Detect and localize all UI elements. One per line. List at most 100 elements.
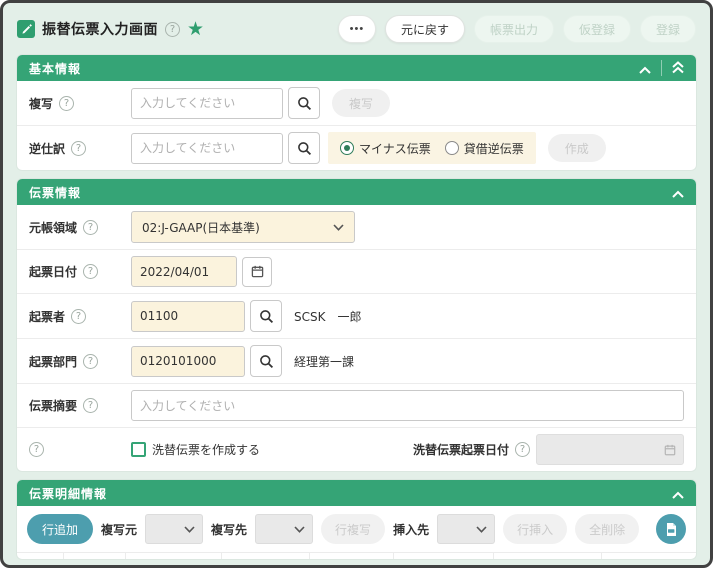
copy-search-button[interactable] [288, 87, 320, 119]
dept-name-text: 経理第一課 [294, 354, 355, 369]
author-search-button[interactable] [250, 300, 282, 332]
ledger-selected-value: 02:J-GAAP(日本基準) [142, 220, 260, 235]
help-icon[interactable]: ? [83, 353, 99, 369]
reverse-label: 逆仕訳 [29, 141, 66, 156]
help-icon[interactable]: ? [71, 140, 87, 156]
col-debit-tax-category: 借方消費税計算区分 [493, 553, 601, 559]
help-icon[interactable]: ? [83, 264, 99, 279]
page-title: 振替伝票入力画面 [42, 22, 158, 38]
author-code-input[interactable] [131, 300, 245, 332]
summary-row: 伝票摘要 ? [17, 384, 696, 428]
chevron-down-icon [294, 525, 305, 533]
more-menu-button[interactable]: ••• [337, 15, 376, 43]
top-bar: 振替伝票入力画面 ? ★ ••• 元に戻す 帳票出力 仮登録 登録 [17, 15, 696, 43]
insert-to-select[interactable] [437, 514, 496, 544]
author-name-text: SCSK 一郎 [294, 309, 362, 324]
author-label: 起票者 [29, 309, 66, 324]
dept-label: 起票部門 [29, 354, 78, 369]
insert-to-label: 挿入先 [393, 522, 430, 537]
ledger-area-row: 元帳領域 ? 02:J-GAAP(日本基準) [17, 205, 696, 250]
edit-slip-icon [17, 20, 35, 38]
radio-selected-icon [340, 141, 354, 155]
copy-label: 複写 [29, 96, 54, 111]
department-row: 起票部門 ? 経理第一課 [17, 339, 696, 384]
slip-info-section: 伝票情報 元帳領域 ? 02:J-GAAP(日本基準) 起票日付 ? 2022/… [17, 179, 696, 471]
basic-info-section: 基本情報 複写 ? 複写 逆仕訳 [17, 55, 696, 170]
detail-info-section: 伝票明細情報 行追加 複写元 複写先 行複写 挿入先 行挿入 全削除 [17, 480, 696, 559]
radio-debit-credit-reverse[interactable]: 貸借逆伝票 [444, 140, 524, 157]
row-copy-button: 行複写 [321, 514, 386, 544]
reverse-search-button[interactable] [288, 132, 320, 164]
copy-to-select[interactable] [255, 514, 314, 544]
col-debit-account: 借方勘定科目名 [125, 553, 221, 559]
radio-minus-slip[interactable]: マイナス伝票 [340, 140, 431, 157]
calendar-icon [664, 444, 676, 455]
radio-unselected-icon [444, 141, 459, 155]
reverse-type-radio-group: マイナス伝票 貸借逆伝票 [328, 132, 536, 164]
dept-code-input[interactable] [131, 345, 245, 377]
radio-minus-label: マイナス伝票 [359, 141, 431, 156]
copy-execute-button: 複写 [332, 89, 391, 117]
ledger-area-select[interactable]: 02:J-GAAP(日本基準) [131, 211, 355, 243]
help-icon[interactable]: ? [515, 442, 530, 457]
col-debit-tax-amount: 借方明細消費税額 [393, 553, 493, 559]
app-window: 振替伝票入力画面 ? ★ ••• 元に戻す 帳票出力 仮登録 登録 基本情報 複… [0, 0, 713, 568]
copy-to-label: 複写先 [211, 522, 248, 537]
slip-date-row: 起票日付 ? [17, 250, 696, 294]
slip-info-title: 伝票情報 [29, 185, 82, 200]
header-actions: ••• 元に戻す 帳票出力 仮登録 登録 [337, 15, 696, 43]
copy-row: 複写 ? 複写 [17, 81, 696, 126]
register-button: 登録 [639, 15, 696, 43]
reverse-slip-input[interactable] [131, 132, 283, 164]
copy-slip-input[interactable] [131, 87, 283, 119]
copy-from-label: 複写元 [101, 522, 138, 537]
favorite-star-icon[interactable]: ★ [187, 19, 204, 39]
detail-toolbar: 行追加 複写元 複写先 行複写 挿入先 行挿入 全削除 [17, 506, 696, 553]
author-row: 起票者 ? SCSK 一郎 [17, 294, 696, 339]
chevron-down-icon [184, 525, 195, 533]
slip-date-input[interactable] [131, 256, 237, 287]
chevron-down-icon [333, 223, 344, 231]
ledger-label: 元帳領域 [29, 220, 78, 235]
washover-row: ? 洗替伝票を作成する 洗替伝票起票日付 ? [17, 428, 696, 471]
calendar-button[interactable] [242, 256, 272, 287]
dept-search-button[interactable] [250, 345, 282, 377]
basic-info-header: 基本情報 [17, 55, 696, 81]
collapse-section-icon[interactable] [639, 59, 651, 78]
csv-export-button[interactable] [656, 514, 686, 544]
undo-button[interactable]: 元に戻す [384, 15, 465, 43]
radio-reverse-label: 貸借逆伝票 [463, 141, 524, 156]
detail-info-header: 伝票明細情報 [17, 480, 696, 506]
divider [661, 60, 662, 76]
help-icon[interactable]: ? [165, 21, 180, 37]
slip-info-header: 伝票情報 [17, 179, 696, 205]
washover-checkbox[interactable] [131, 442, 146, 457]
title-group: 振替伝票入力画面 ? ★ [17, 19, 204, 39]
copy-from-select[interactable] [145, 514, 204, 544]
date-label: 起票日付 [29, 265, 78, 279]
col-debit-amount: 借方明細金額 [309, 553, 393, 559]
help-icon[interactable]: ? [83, 219, 99, 235]
help-icon[interactable]: ? [71, 308, 87, 324]
col-row-delete: 行削除 [63, 553, 125, 559]
help-icon[interactable]: ? [59, 95, 75, 111]
reverse-entry-row: 逆仕訳 ? マイナス伝票 貸借逆伝票 作成 [17, 126, 696, 170]
collapse-section-icon[interactable] [672, 484, 684, 503]
slip-summary-input[interactable] [131, 390, 684, 421]
collapse-section-icon[interactable] [672, 183, 684, 202]
reverse-create-button: 作成 [547, 134, 606, 162]
add-row-button[interactable]: 行追加 [27, 514, 94, 544]
washover-checkbox-label: 洗替伝票を作成する [152, 443, 261, 457]
basic-info-title: 基本情報 [29, 61, 82, 76]
row-insert-button: 行挿入 [503, 514, 568, 544]
temp-register-button: 仮登録 [562, 15, 631, 43]
collapse-all-icon[interactable] [672, 59, 684, 78]
help-icon[interactable]: ? [83, 398, 99, 413]
chevron-down-icon [476, 525, 487, 533]
washover-date-input-disabled [536, 434, 684, 465]
washover-date-label: 洗替伝票起票日付 [412, 443, 509, 457]
print-output-button: 帳票出力 [473, 15, 554, 43]
help-icon[interactable]: ? [29, 442, 44, 457]
delete-all-button: 全削除 [575, 514, 640, 544]
summary-label: 伝票摘要 [29, 399, 78, 413]
